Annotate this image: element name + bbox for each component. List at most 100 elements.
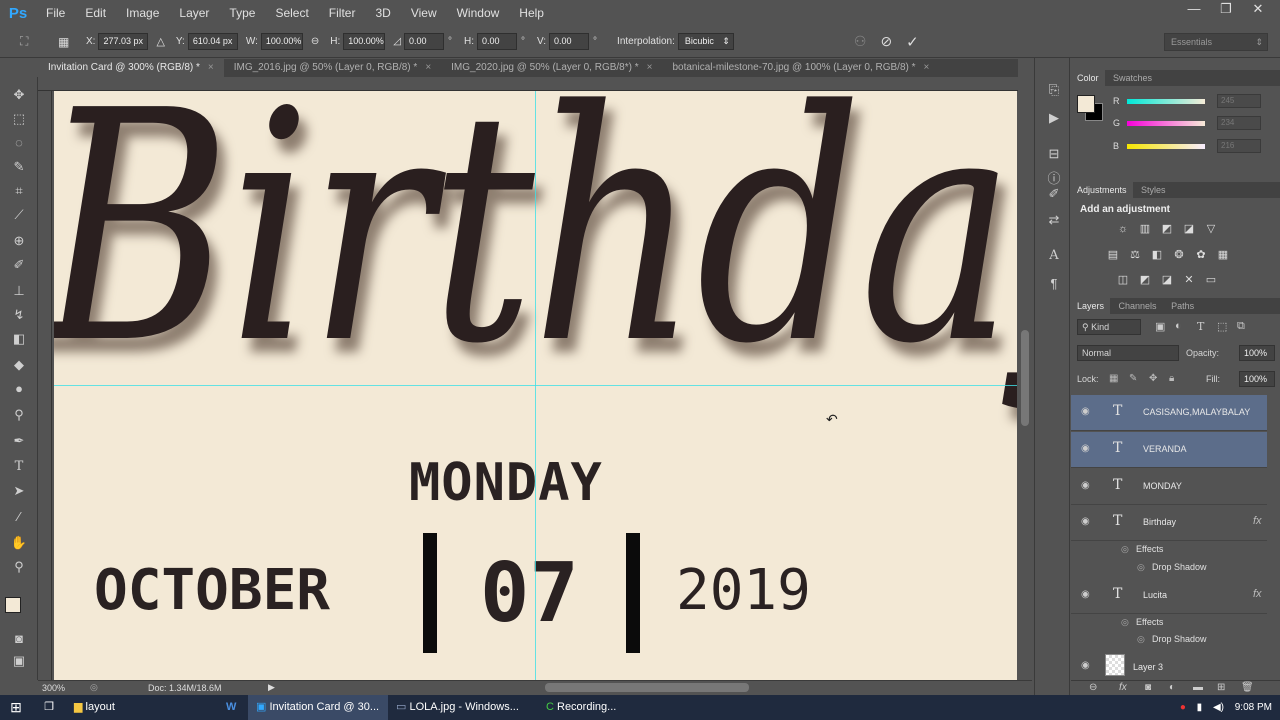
quick-mask-icon[interactable]: ◙ — [8, 629, 30, 649]
brush-presets-icon[interactable]: ✐ — [1043, 186, 1065, 204]
layer-row[interactable]: ◉ T CASISANG,MALAYBALAY — [1071, 395, 1267, 431]
menu-select[interactable]: Select — [265, 0, 318, 26]
taskbar-item-recording[interactable]: C Recording... — [538, 695, 638, 720]
stamp-tool-icon[interactable]: ⊥ — [8, 281, 30, 301]
filter-smart-icon[interactable]: ⧉ — [1237, 320, 1245, 333]
filter-pixel-icon[interactable]: ▣ — [1155, 320, 1165, 333]
menu-image[interactable]: Image — [116, 0, 169, 26]
tab-layers[interactable]: Layers — [1071, 298, 1111, 314]
marquee-tool-icon[interactable]: ⬚ — [8, 109, 30, 129]
vertical-ruler[interactable] — [38, 91, 52, 680]
month-text-layer[interactable]: OCTOBER — [94, 558, 330, 623]
pen-tool-icon[interactable]: ✒ — [8, 431, 30, 451]
start-icon[interactable]: ⊞ — [0, 695, 32, 720]
exposure-icon[interactable]: ◪ — [1181, 222, 1197, 236]
eyedropper-tool-icon[interactable]: ⟋ — [8, 205, 30, 225]
blend-mode-select[interactable]: Normal — [1077, 345, 1179, 361]
gradient-map-icon[interactable]: ▭ — [1203, 273, 1219, 287]
quick-select-tool-icon[interactable]: ✎ — [8, 157, 30, 177]
taskbar-item-layout[interactable]: ▆ layout — [66, 695, 218, 720]
red-slider[interactable] — [1127, 99, 1205, 104]
vskew-field[interactable]: 0.00 — [549, 33, 590, 50]
eye-icon[interactable]: ◉ — [1081, 443, 1090, 454]
menu-window[interactable]: Window — [447, 0, 510, 26]
horizontal-ruler[interactable] — [38, 77, 1018, 91]
link-layers-icon[interactable]: ⊖ — [1089, 682, 1097, 693]
blue-slider[interactable] — [1127, 144, 1205, 149]
eye-icon[interactable]: ◎ — [1121, 617, 1129, 628]
eye-icon[interactable]: ◎ — [1121, 544, 1129, 555]
eye-icon[interactable]: ◎ — [1137, 562, 1145, 573]
brightness-icon[interactable]: ☼ — [1115, 222, 1131, 236]
tab-adjustments[interactable]: Adjustments — [1071, 182, 1133, 198]
lock-position-icon[interactable]: ✥ — [1149, 373, 1157, 384]
brush-tool-icon[interactable]: ✐ — [8, 255, 30, 275]
fx-icon[interactable]: fx — [1253, 515, 1262, 527]
tab-botanical-milestone[interactable]: botanical-milestone-70.jpg @ 100% (Layer… — [662, 59, 939, 77]
tab-invitation-card[interactable]: Invitation Card @ 300% (RGB/8) * × — [38, 59, 224, 77]
lock-all-icon[interactable]: 🔒︎ — [1169, 373, 1174, 384]
reference-point-icon[interactable]: ▦ — [58, 35, 78, 49]
new-layer-icon[interactable]: ⊞ — [1217, 682, 1225, 693]
word-icon[interactable]: W — [218, 695, 248, 720]
tab-paths[interactable]: Paths — [1165, 298, 1200, 314]
filter-shape-icon[interactable]: ⬚ — [1217, 320, 1227, 333]
interpolation-select[interactable]: Bicubic ⇕ — [677, 33, 734, 50]
levels-icon[interactable]: ▥ — [1137, 222, 1153, 236]
antivirus-icon[interactable]: ● — [1180, 702, 1186, 713]
move-tool-icon[interactable]: ✥ — [8, 85, 30, 105]
menu-edit[interactable]: Edit — [75, 0, 116, 26]
posterize-icon[interactable]: ◩ — [1137, 273, 1153, 287]
fx-icon[interactable]: fx — [1253, 588, 1262, 600]
menu-layer[interactable]: Layer — [169, 0, 219, 26]
layer-filter-select[interactable]: ⚲ Kind — [1077, 319, 1141, 335]
eye-icon[interactable]: ◉ — [1081, 480, 1090, 491]
dodge-tool-icon[interactable]: ⚲ — [8, 405, 30, 425]
character-panel-icon[interactable]: A — [1043, 248, 1065, 266]
new-group-icon[interactable]: ▬ — [1193, 682, 1203, 693]
minimize-button[interactable]: — — [1178, 0, 1210, 20]
close-icon[interactable]: × — [425, 62, 431, 73]
commit-transform-icon[interactable]: ✓ — [906, 33, 919, 51]
drop-shadow-row[interactable]: ◎ Drop Shadow — [1071, 559, 1267, 577]
color-lookup-icon[interactable]: ▦ — [1215, 248, 1231, 262]
actions-play-icon[interactable]: ▶ — [1043, 110, 1065, 128]
lock-pixels-icon[interactable]: ✎ — [1129, 373, 1137, 384]
vertical-scroll-thumb[interactable] — [1021, 330, 1029, 426]
zoom-tool-icon[interactable]: ⚲ — [8, 557, 30, 577]
vibrance-icon[interactable]: ▽ — [1203, 222, 1219, 236]
blue-value[interactable]: 216 — [1217, 139, 1261, 153]
status-menu-arrow-icon[interactable]: ▶ — [268, 682, 275, 693]
link-icon[interactable]: ⊖ — [311, 36, 319, 47]
tab-channels[interactable]: Channels — [1113, 298, 1163, 314]
hue-saturation-icon[interactable]: ▤ — [1105, 248, 1121, 262]
menu-type[interactable]: Type — [219, 0, 265, 26]
tool-presets-icon[interactable]: ⇄ — [1043, 212, 1065, 230]
healing-tool-icon[interactable]: ⊕ — [8, 231, 30, 251]
taskbar-item-photo-viewer[interactable]: ▭ LOLA.jpg - Windows... — [388, 695, 538, 720]
paint-bucket-tool-icon[interactable]: ◆ — [8, 355, 30, 375]
new-adjustment-icon[interactable]: ◐ — [1169, 682, 1175, 693]
cancel-transform-icon[interactable]: ⊘ — [880, 33, 892, 50]
lasso-tool-icon[interactable]: ◌ — [8, 133, 30, 153]
day-text-layer[interactable]: 07 — [480, 546, 579, 641]
filter-type-icon[interactable]: T — [1197, 320, 1204, 333]
invert-icon[interactable]: ◫ — [1115, 273, 1131, 287]
eye-icon[interactable]: ◉ — [1081, 660, 1090, 671]
eye-icon[interactable]: ◉ — [1081, 516, 1090, 527]
tab-color[interactable]: Color — [1071, 70, 1105, 86]
status-info-icon[interactable]: ◎ — [90, 682, 98, 693]
green-value[interactable]: 234 — [1217, 116, 1261, 130]
close-icon[interactable]: × — [924, 62, 930, 73]
layer-row[interactable]: ◉ T VERANDA — [1071, 432, 1267, 468]
properties-icon[interactable]: ⊟ — [1043, 146, 1065, 164]
drop-shadow-row[interactable]: ◎ Drop Shadow — [1071, 631, 1267, 649]
curves-icon[interactable]: ◩ — [1159, 222, 1175, 236]
tab-img-2020[interactable]: IMG_2020.jpg @ 50% (Layer 0, RGB/8*) * × — [441, 59, 662, 77]
clock[interactable]: 9:08 PM — [1235, 702, 1272, 713]
history-brush-tool-icon[interactable]: ↯ — [8, 305, 30, 325]
selective-color-icon[interactable]: ✕ — [1181, 273, 1197, 287]
document-canvas[interactable]: Birthday MONDAY OCTOBER 07 2019 ↶ — [54, 91, 1017, 680]
delta-icon[interactable]: △ — [156, 35, 164, 48]
lock-transparent-icon[interactable]: ▦ — [1109, 373, 1118, 384]
